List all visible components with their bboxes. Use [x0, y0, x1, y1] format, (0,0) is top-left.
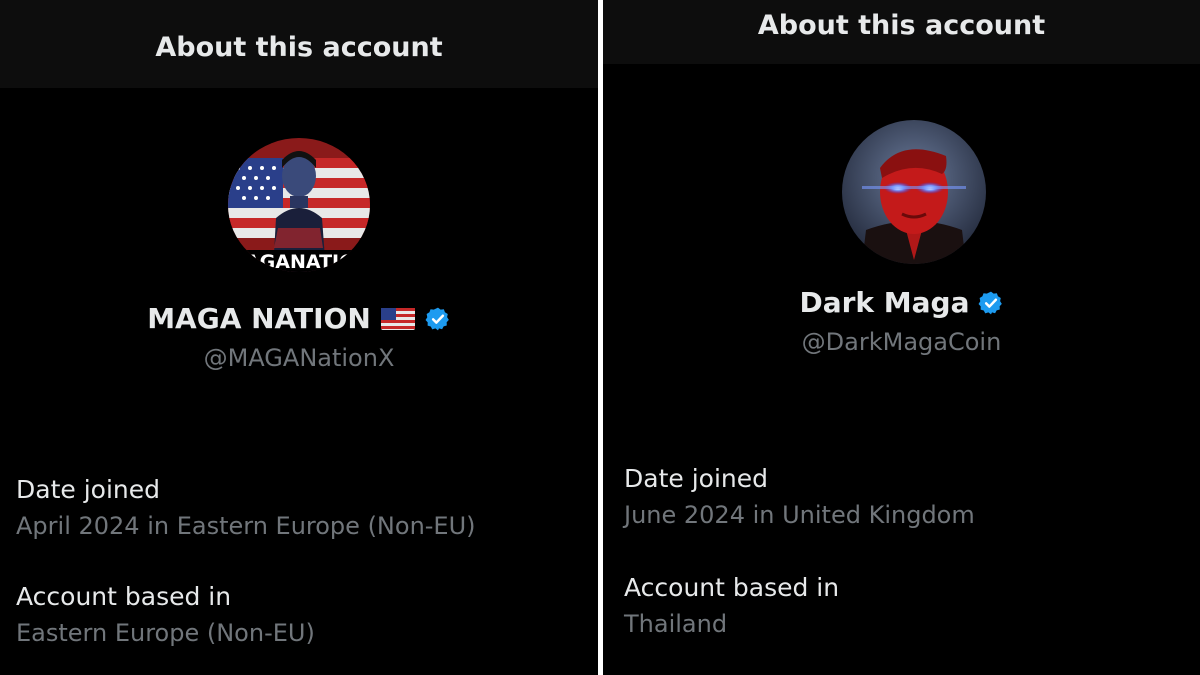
account-based-label: Account based in — [16, 582, 232, 611]
date-joined-label: Date joined — [624, 464, 768, 493]
account-handle: @MAGANationX — [203, 344, 395, 372]
date-joined-value: April 2024 in Eastern Europe (Non-EU) — [16, 512, 476, 540]
screenshot-comparison: About this account AGANATIC MAGA NATION … — [0, 0, 1200, 675]
account-handle: @DarkMagaCoin — [801, 328, 1002, 356]
date-joined-value: June 2024 in United Kingdom — [624, 501, 975, 529]
header-title: About this account — [0, 0, 598, 88]
avatar-text: AGANATIC — [245, 251, 353, 272]
about-account-panel-right: About this account Dark Maga @DarkMagaCo… — [603, 0, 1200, 675]
display-name-row: Dark Maga — [603, 286, 1200, 319]
date-joined-section: Date joined April 2024 in Eastern Europe… — [16, 472, 588, 544]
account-based-label: Account based in — [624, 573, 840, 602]
avatar-image — [842, 120, 986, 264]
verified-badge-icon[interactable] — [425, 306, 451, 332]
display-name: MAGA NATION — [147, 302, 371, 335]
avatar[interactable] — [842, 120, 986, 264]
avatar-image: AGANATIC — [228, 138, 370, 272]
account-based-value: Thailand — [624, 610, 728, 638]
avatar[interactable]: AGANATIC — [228, 138, 370, 272]
display-name: Dark Maga — [799, 286, 970, 319]
about-account-panel-left: About this account AGANATIC MAGA NATION … — [0, 0, 598, 675]
account-based-value: Eastern Europe (Non-EU) — [16, 619, 315, 647]
account-based-section: Account based in Thailand — [624, 570, 1190, 642]
verified-badge-icon[interactable] — [978, 290, 1004, 316]
header-title: About this account — [603, 0, 1200, 64]
us-flag-icon — [380, 307, 415, 330]
date-joined-section: Date joined June 2024 in United Kingdom — [624, 461, 1190, 533]
account-based-section: Account based in Eastern Europe (Non-EU) — [16, 579, 588, 651]
date-joined-label: Date joined — [16, 475, 160, 504]
display-name-row: MAGA NATION — [0, 302, 598, 335]
